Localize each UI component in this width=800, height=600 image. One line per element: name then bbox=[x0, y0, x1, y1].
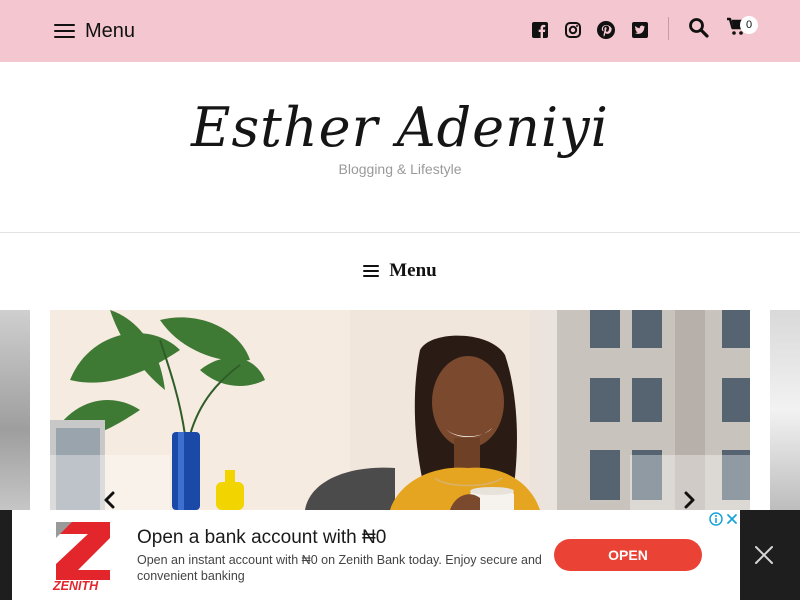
pinterest-icon[interactable] bbox=[597, 20, 615, 40]
search-icon[interactable] bbox=[688, 17, 710, 39]
main-menu-toggle[interactable]: Menu bbox=[0, 258, 800, 284]
top-menu-button[interactable]: Menu bbox=[54, 18, 135, 44]
site-title[interactable]: Esther Adeniyi bbox=[0, 96, 800, 159]
ad-open-button[interactable]: OPEN bbox=[554, 539, 702, 571]
hamburger-icon bbox=[363, 265, 380, 277]
zenith-logo: ZENITH bbox=[50, 520, 114, 593]
ad-headline[interactable]: Open a bank account with ₦0 bbox=[137, 527, 386, 549]
close-icon[interactable] bbox=[752, 543, 776, 567]
header-divider bbox=[0, 232, 800, 233]
slider-prev-button[interactable] bbox=[50, 455, 170, 510]
instagram-icon[interactable] bbox=[564, 20, 582, 40]
twitter-icon[interactable] bbox=[631, 20, 649, 40]
top-bar: Menu 0 bbox=[0, 0, 800, 62]
topbar-divider bbox=[668, 17, 669, 40]
ad-banner[interactable]: ZENITH Open a bank account with ₦0 Open … bbox=[12, 510, 740, 600]
next-slide-peek bbox=[770, 310, 800, 510]
chevron-left-icon bbox=[104, 491, 115, 509]
main-menu-label: Menu bbox=[389, 260, 437, 281]
chevron-right-icon bbox=[684, 491, 695, 509]
previous-slide-peek bbox=[0, 310, 30, 510]
site-tagline: Blogging & Lifestyle bbox=[338, 161, 462, 177]
top-menu-label: Menu bbox=[85, 19, 136, 42]
hamburger-icon bbox=[54, 24, 75, 38]
cart-count-badge: 0 bbox=[740, 16, 758, 34]
facebook-icon[interactable] bbox=[531, 20, 549, 40]
ad-dismiss-icon[interactable] bbox=[725, 511, 739, 525]
ad-choices-icon[interactable] bbox=[709, 511, 723, 526]
zenith-logo-text: ZENITH bbox=[52, 579, 99, 590]
ad-body-text: Open an instant account with ₦0 on Zenit… bbox=[137, 553, 542, 583]
slider-next-button[interactable] bbox=[630, 455, 750, 510]
